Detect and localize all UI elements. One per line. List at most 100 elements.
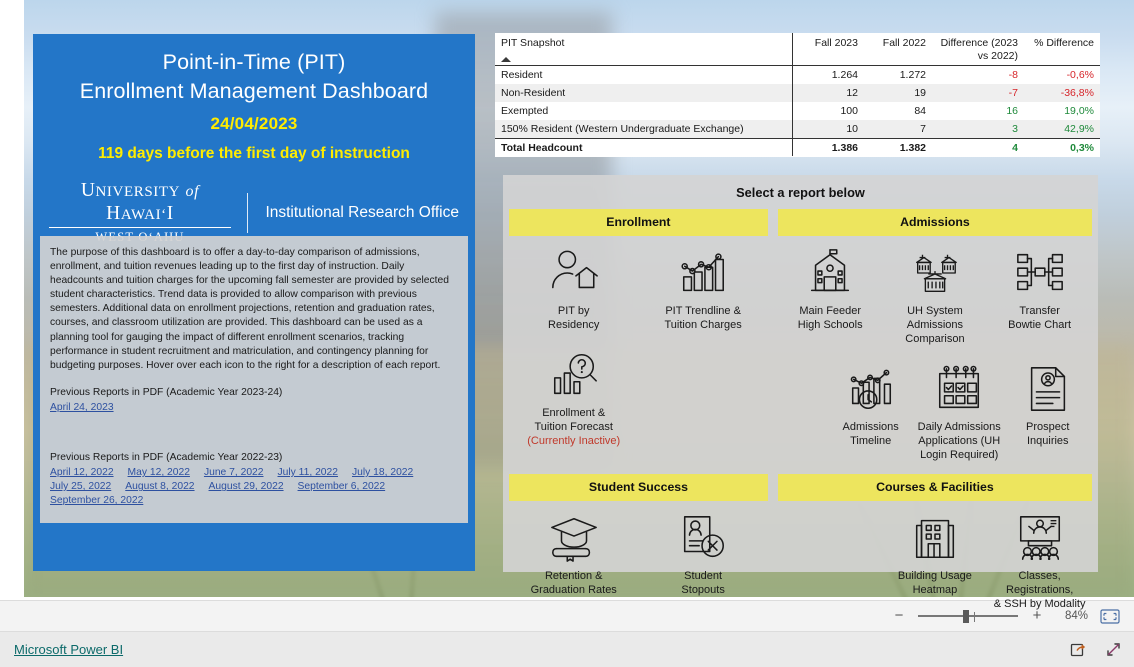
report-tile-person-house[interactable]: PIT by Residency — [509, 236, 638, 338]
pdf-heading-2324: Previous Reports in PDF (Academic Year 2… — [50, 386, 283, 398]
report-tile-graduation-cap-diploma[interactable]: Retention & Graduation Rates — [509, 501, 638, 603]
report-tile-label: UH System Admissions Comparison — [905, 305, 965, 345]
cell-fall-2023: 12 — [846, 86, 858, 99]
report-tile-calendar-checklist[interactable]: Daily Admissions Applications (UH Login Re… — [915, 352, 1004, 468]
cell-difference: 16 — [1006, 104, 1018, 117]
report-tile-bar-line-chart[interactable]: PIT Trendline & Tuition Charges — [638, 236, 767, 338]
office-name: Institutional Research Office — [265, 203, 459, 221]
pdf-report-link[interactable]: July 11, 2022 — [278, 466, 339, 480]
table-row[interactable]: 150% Resident (Western Undergraduate Exc… — [495, 120, 1100, 139]
uh-logo-u: U — [80, 180, 96, 201]
table-column-divider — [792, 33, 794, 156]
report-tile-label: Prospect Inquiries — [1026, 421, 1070, 447]
uh-logo-h: H — [106, 203, 121, 224]
cell-label: Resident — [501, 68, 543, 81]
cell-pct-difference: 42,9% — [1064, 122, 1094, 135]
pdf-report-link[interactable]: April 24, 2023 — [50, 401, 114, 415]
col-header-fall-2022[interactable]: Fall 2022 — [864, 33, 932, 66]
table-row[interactable]: Non-Resident 12 19 -7 -36,8% — [495, 84, 1100, 102]
share-icon[interactable] — [1070, 641, 1087, 658]
bowtie-org-chart-icon — [989, 244, 1090, 302]
table-header-row: PIT Snapshot Fall 2023 Fall 2022 Differe… — [495, 33, 1100, 66]
description-panel: The purpose of this dashboard is to offe… — [40, 236, 468, 523]
category-header-enrollment: Enrollment — [509, 209, 768, 236]
report-tile-building[interactable]: Building Usage Heatmap — [883, 501, 988, 617]
total-pct-difference: 0,3% — [1024, 138, 1100, 157]
report-tile-label: Retention & Graduation Rates — [530, 570, 617, 596]
col-header-pct-difference[interactable]: % Difference — [1024, 33, 1100, 66]
col-header-fall-2023[interactable]: Fall 2023 — [792, 33, 864, 66]
pdf-heading-2223: Previous Reports in PDF (Academic Year 2… — [50, 452, 283, 464]
category-header-admissions: Admissions — [777, 209, 1092, 236]
cell-fall-2022: 84 — [914, 104, 926, 117]
category-header-student-success: Student Success — [509, 474, 768, 501]
report-tile-label: Transfer Bowtie Chart — [1008, 305, 1072, 331]
description-body: The purpose of this dashboard is to offe… — [50, 247, 449, 371]
report-tile-label: Main Feeder High Schools — [797, 305, 863, 331]
report-tile-label: PIT by Residency — [548, 305, 600, 331]
uh-logo-awai: AWAI — [120, 207, 162, 223]
fit-to-page-icon[interactable] — [1100, 608, 1120, 624]
pdf-report-link[interactable]: July 25, 2022 — [50, 480, 111, 494]
report-tile-classroom-presentation[interactable]: Classes, Registrations, & SSH by Modality — [987, 501, 1092, 617]
report-tile-school-building[interactable]: Main Feeder High Schools — [778, 236, 883, 352]
cell-difference: -7 — [1008, 86, 1018, 99]
col-header-label[interactable]: PIT Snapshot — [495, 33, 792, 66]
report-tile-student-card-x[interactable]: Student Stopouts — [638, 501, 767, 603]
cell-fall-2023: 1.264 — [831, 68, 858, 81]
pdf-links-2223[interactable]: April 12, 2022 May 12, 2022 June 7, 2022 Ju… — [50, 466, 456, 508]
pdf-report-link[interactable]: April 12, 2022 — [50, 466, 114, 480]
uh-logo-i: I — [166, 203, 174, 224]
sort-ascending-icon — [501, 57, 511, 62]
cell-pct-difference: -36,8% — [1060, 86, 1094, 99]
table-total-row: Total Headcount 1.386 1.382 4 0,3% — [495, 138, 1100, 157]
pdf-report-link[interactable]: May 12, 2022 — [128, 466, 190, 480]
cell-fall-2022: 1.272 — [899, 68, 926, 81]
table-row[interactable]: Resident 1.264 1.272 -8 -0,6% — [495, 66, 1100, 85]
report-canvas: Point-in-Time (PIT) Enrollment Managemen… — [0, 0, 1134, 610]
pdf-report-link[interactable]: August 29, 2022 — [209, 480, 284, 494]
countdown-text: 119 days before the first day of instruc… — [98, 145, 410, 162]
selector-heading: Select a report below — [736, 185, 865, 200]
building-icon — [885, 509, 986, 567]
multi-campus-icon — [885, 244, 986, 302]
report-tile-chart-clock[interactable]: Admissions Timeline — [826, 352, 915, 468]
report-tile-label: Enrollment & Tuition Forecast — [534, 407, 613, 433]
bar-line-chart-icon — [640, 244, 765, 302]
person-house-icon — [511, 244, 636, 302]
pdf-report-link[interactable]: July 18, 2022 — [352, 466, 413, 480]
report-tile-bowtie-org-chart[interactable]: Transfer Bowtie Chart — [987, 236, 1092, 352]
cell-fall-2022: 19 — [914, 86, 926, 99]
table-row[interactable]: Exempted 100 84 16 19,0% — [495, 102, 1100, 120]
school-building-icon — [780, 244, 881, 302]
pdf-report-link[interactable]: September 6, 2022 — [298, 480, 386, 494]
cell-label: Non-Resident — [501, 86, 566, 99]
graduation-cap-diploma-icon — [511, 509, 636, 567]
pdf-report-link[interactable]: September 26, 2022 — [50, 494, 143, 508]
dashboard-title-line1: Point-in-Time (PIT) — [162, 50, 346, 74]
cell-pct-difference: -0,6% — [1066, 68, 1094, 81]
pdf-report-link[interactable]: August 8, 2022 — [125, 480, 194, 494]
report-tile-label: Student Stopouts — [681, 570, 725, 596]
cell-fall-2022: 7 — [920, 122, 926, 135]
hero-panel: Point-in-Time (PIT) Enrollment Managemen… — [33, 34, 475, 244]
report-tile-label: Daily Admissions Applications (UH Login Re… — [917, 421, 1001, 461]
total-fall-2023: 1.386 — [792, 138, 864, 157]
report-tile-person-document[interactable]: Prospect Inquiries — [1003, 352, 1092, 468]
col-header-difference[interactable]: Difference (2023 vs 2022) — [932, 33, 1024, 66]
status-bar: Microsoft Power BI — [0, 632, 1134, 667]
report-tile-multi-campus[interactable]: UH System Admissions Comparison — [883, 236, 988, 352]
student-card-x-icon — [640, 509, 765, 567]
report-tile-status: (Currently Inactive) — [527, 435, 621, 447]
pdf-report-link[interactable]: June 7, 2022 — [204, 466, 264, 480]
report-selector-panel: Select a report below Enrollment PIT by R… — [503, 175, 1098, 610]
pit-snapshot-table[interactable]: PIT Snapshot Fall 2023 Fall 2022 Differe… — [495, 33, 1100, 157]
total-difference: 4 — [932, 138, 1024, 157]
report-tile-chart-magnifier-question[interactable]: Enrollment & Tuition Forecast (Currently I… — [509, 338, 638, 454]
cell-label: 150% Resident (Western Undergraduate Exc… — [501, 122, 744, 135]
pdf-links-2324[interactable]: April 24, 2023 — [50, 401, 456, 415]
report-tile-label: Building Usage Heatmap — [897, 570, 972, 596]
power-bi-link[interactable]: Microsoft Power BI — [14, 642, 123, 657]
dashboard-title-line2: Enrollment Management Dashboard — [79, 79, 429, 103]
fullscreen-icon[interactable] — [1105, 641, 1122, 658]
